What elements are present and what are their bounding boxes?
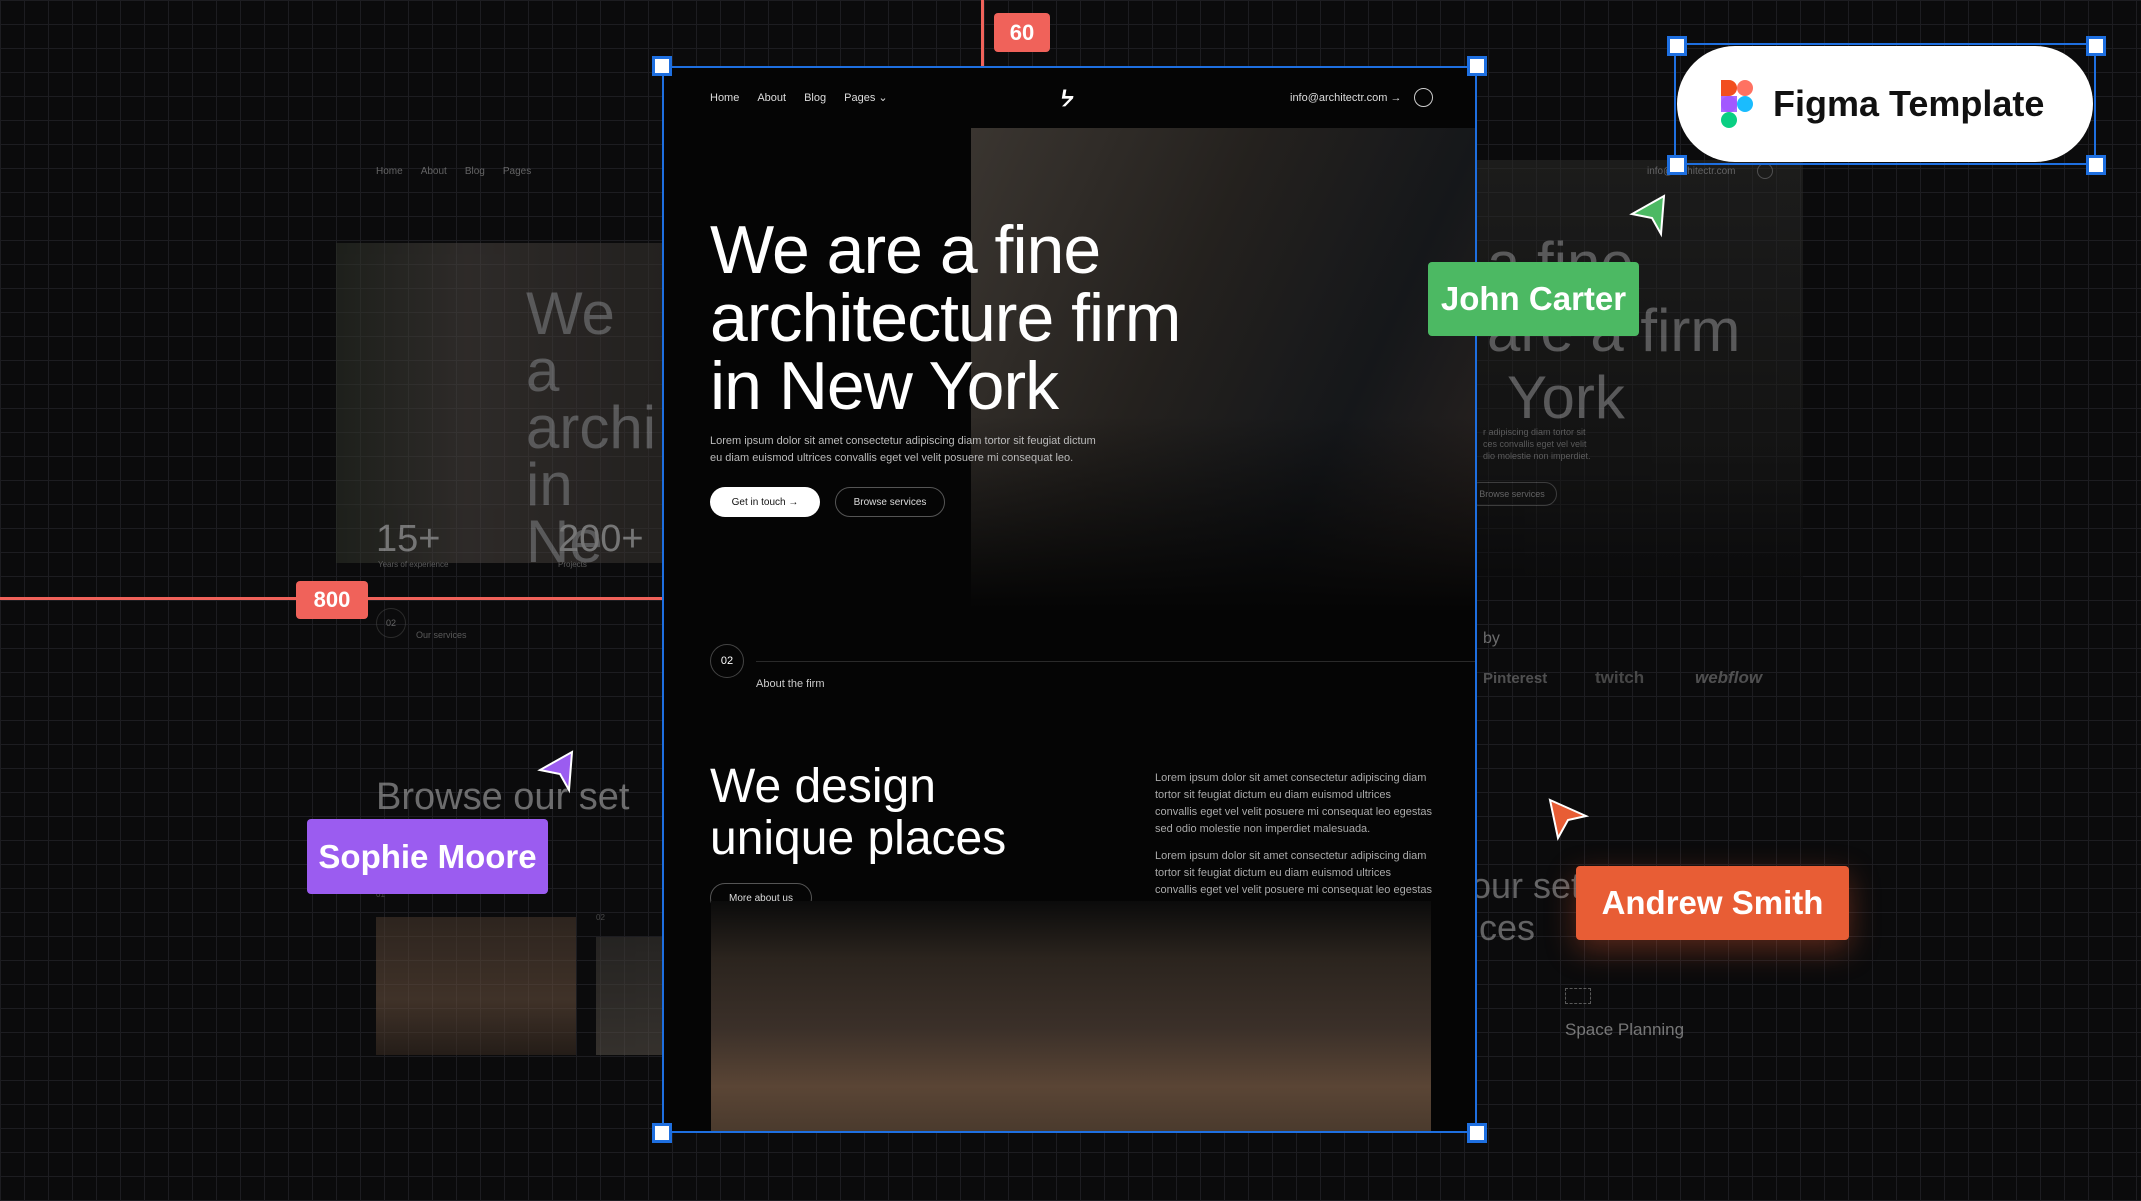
resize-handle[interactable]: [1467, 56, 1487, 76]
resize-handle[interactable]: [2086, 155, 2106, 175]
about-title-line: We design: [710, 760, 936, 813]
paragraph-line: ces convallis eget vel velit: [1483, 439, 1587, 449]
paragraph-line: eu diam euismod ultrices convallis eget …: [710, 452, 1074, 464]
cursor-arrow-icon: [1548, 798, 1590, 841]
cursor-label-sophie-moore: Sophie Moore: [307, 819, 548, 894]
hero-title-line: We are a fine: [710, 212, 1101, 288]
figma-badge-label: Figma Template: [1773, 83, 2045, 124]
resize-handle[interactable]: [1667, 155, 1687, 175]
kitchen-image: [711, 901, 1431, 1133]
nav-pages[interactable]: Pages ⌄: [844, 91, 887, 104]
user-icon: [1757, 163, 1773, 179]
about-title: We design unique places: [710, 761, 1006, 865]
section-label: About the firm: [756, 678, 825, 690]
figma-template-badge[interactable]: Figma Template: [1677, 46, 2093, 162]
main-page-frame[interactable]: Home About Blog Pages ⌄ ᔭ info@architect…: [662, 66, 1477, 1133]
nav-about: About: [420, 166, 447, 177]
user-account-icon[interactable]: [1414, 88, 1433, 107]
ghost-nav: Home About Blog Pages: [376, 166, 531, 177]
headline-line: archi: [526, 394, 657, 461]
heading-line: our set: [1471, 865, 1582, 906]
arrow-right-icon: →: [788, 496, 799, 508]
stat-value: 15+: [376, 518, 441, 560]
hero-title: We are a fine architecture firm in New Y…: [710, 212, 1181, 424]
heading-line: ices: [1471, 907, 1536, 948]
resize-handle[interactable]: [1667, 36, 1687, 56]
cursor-label-andrew-smith: Andrew Smith: [1576, 866, 1849, 940]
section-label: Our services: [416, 630, 467, 640]
ruler-line-vertical: [981, 0, 984, 66]
nav-home[interactable]: Home: [710, 92, 739, 104]
resize-handle[interactable]: [652, 56, 672, 76]
nav-home: Home: [376, 166, 403, 177]
resize-handle[interactable]: [1467, 1123, 1487, 1143]
paragraph-line: r adipiscing diam tortor sit: [1483, 427, 1586, 437]
about-title-line: unique places: [710, 812, 1007, 865]
service-card-image: [596, 937, 662, 1055]
section-divider: [756, 661, 1477, 662]
cursor-label-john-carter: John Carter: [1428, 262, 1639, 336]
ghost-email: info@architectr.com: [1647, 166, 1736, 177]
nav-about[interactable]: About: [757, 92, 786, 104]
browse-services-button: Browse services: [1467, 482, 1557, 506]
button-label: Get in touch: [731, 496, 786, 508]
arrow-right-icon: →: [1390, 92, 1402, 104]
about-paragraph: Lorem ipsum dolor sit amet consectetur a…: [1155, 772, 1432, 835]
hero-title-line: architecture firm: [710, 280, 1181, 356]
stat-label: Years of experience: [378, 560, 449, 569]
email-link[interactable]: info@architectr.com →: [1290, 92, 1401, 104]
cursor-arrow-icon: [537, 750, 574, 794]
card-number: 02: [596, 913, 605, 922]
resize-handle[interactable]: [2086, 36, 2106, 56]
chevron-down-icon: ⌄: [878, 92, 888, 104]
service-card-image: [376, 917, 576, 1055]
space-planning-icon: [1565, 988, 1591, 1004]
stat-label: Projects: [558, 560, 587, 569]
main-nav: Home About Blog Pages ⌄: [710, 91, 888, 105]
section-number: 02: [376, 608, 406, 638]
stat-value: 200+: [558, 518, 644, 560]
logo-icon[interactable]: ᔭ: [1058, 86, 1076, 112]
browse-services-button[interactable]: Browse services: [835, 487, 945, 517]
headline-line: York: [1507, 364, 1625, 431]
nav-blog[interactable]: Blog: [804, 92, 826, 104]
hero-paragraph: Lorem ipsum dolor sit amet consectetur a…: [710, 433, 1096, 467]
hero-title-line: in New York: [710, 348, 1059, 424]
service-title: Space Planning: [1565, 1020, 1685, 1039]
nav-pages-label: Pages: [844, 92, 876, 104]
ruler-top-badge: 60: [994, 13, 1050, 52]
logo-webflow: webflow: [1695, 668, 1763, 687]
nav-pages: Pages: [502, 166, 532, 177]
services-heading: our set ices: [1471, 865, 1581, 949]
nav-blog: Blog: [464, 166, 485, 177]
about-paragraphs: Lorem ipsum dolor sit amet consectetur a…: [1155, 770, 1435, 916]
headline-line: We a: [526, 280, 615, 404]
ruler-left-badge: 800: [296, 581, 368, 619]
trusted-by-label: by: [1483, 630, 1500, 647]
ghost-paragraph: r adipiscing diam tortor sit ces convall…: [1483, 426, 1591, 462]
resize-handle[interactable]: [652, 1123, 672, 1143]
paragraph-line: Lorem ipsum dolor sit amet consectetur a…: [710, 435, 1096, 447]
section-number: 02: [710, 644, 744, 678]
logo-pinterest: Pinterest: [1483, 670, 1548, 687]
heading-line: Browse our set: [376, 776, 630, 818]
ghost-page-left: Home About Blog Pages We a archi in Ne 1…: [336, 150, 662, 1070]
get-in-touch-button[interactable]: Get in touch →: [710, 487, 820, 517]
figma-logo-icon: [1721, 80, 1753, 128]
logo-twitch: twitch: [1595, 668, 1645, 687]
email-text: info@architectr.com: [1290, 92, 1388, 104]
paragraph-line: dio molestie non imperdiet.: [1483, 451, 1591, 461]
cursor-arrow-icon: [1629, 194, 1666, 238]
